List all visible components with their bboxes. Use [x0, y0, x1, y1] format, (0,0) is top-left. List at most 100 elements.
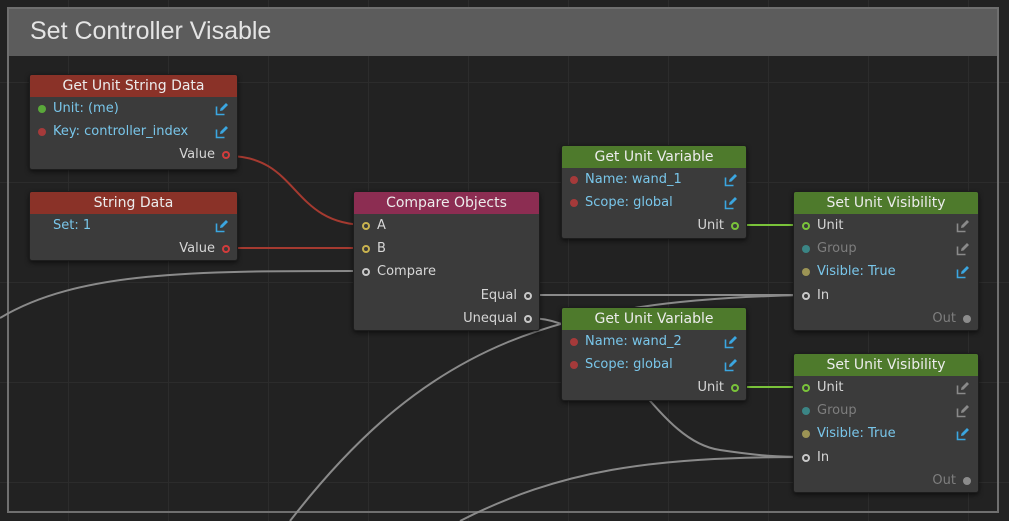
edit-icon[interactable]: [956, 242, 970, 256]
row-visible: Visible: True: [794, 261, 978, 283]
row-equal: Equal: [354, 285, 539, 307]
scope-label: Scope: global: [585, 357, 673, 372]
row-unit: Unit: [562, 377, 746, 399]
node-get-unit-variable-wand2[interactable]: Get Unit Variable Name: wand_2 Scope: gl…: [561, 307, 747, 401]
unit-port[interactable]: [802, 222, 810, 230]
group-label: Group: [817, 241, 857, 256]
scope-port[interactable]: [570, 361, 578, 369]
value-label: Value: [179, 241, 215, 256]
unit-label: Unit: [697, 218, 724, 233]
node-header[interactable]: Set Unit Visibility: [794, 192, 978, 214]
row-unit: Unit: [794, 377, 978, 399]
name-port[interactable]: [570, 176, 578, 184]
unequal-port[interactable]: [524, 315, 532, 323]
row-name: Name: wand_1: [562, 169, 746, 191]
node-get-unit-variable-wand1[interactable]: Get Unit Variable Name: wand_1 Scope: gl…: [561, 145, 747, 239]
row-in: In: [794, 285, 978, 307]
edit-icon[interactable]: [956, 404, 970, 418]
group-port[interactable]: [802, 407, 810, 415]
key-label: Key: controller_index: [53, 124, 189, 139]
row-value: Value: [30, 238, 237, 260]
unit-port[interactable]: [731, 384, 739, 392]
edit-icon[interactable]: [724, 173, 738, 187]
out-label: Out: [932, 311, 956, 326]
edit-icon[interactable]: [956, 427, 970, 441]
row-scope: Scope: global: [562, 192, 746, 214]
visible-label: Visible: True: [817, 426, 896, 441]
in-port[interactable]: [802, 454, 810, 462]
row-a: A: [354, 215, 539, 237]
wire-value-to-a: [227, 155, 368, 226]
node-string-data[interactable]: String Data Set: 1 Value: [29, 191, 238, 261]
compare-label: Compare: [377, 264, 436, 279]
row-scope: Scope: global: [562, 354, 746, 376]
row-group: Group: [794, 400, 978, 422]
compare-port[interactable]: [362, 268, 370, 276]
equal-port[interactable]: [524, 292, 532, 300]
row-compare: Compare: [354, 261, 539, 283]
value-port[interactable]: [222, 245, 230, 253]
unit-port[interactable]: [731, 222, 739, 230]
edit-icon[interactable]: [956, 381, 970, 395]
unit-port[interactable]: [38, 105, 46, 113]
scope-port[interactable]: [570, 199, 578, 207]
node-compare-objects[interactable]: Compare Objects A B Compare Equal Unequa…: [353, 191, 540, 331]
edit-icon[interactable]: [956, 219, 970, 233]
row-name: Name: wand_2: [562, 331, 746, 353]
unit-label: Unit: (me): [53, 101, 119, 116]
out-port[interactable]: [963, 477, 971, 485]
key-port[interactable]: [38, 128, 46, 136]
edit-icon[interactable]: [215, 219, 229, 233]
node-header[interactable]: Get Unit String Data: [30, 75, 237, 97]
b-port[interactable]: [362, 245, 370, 253]
row-unit: Unit: (me): [30, 98, 237, 120]
value-port[interactable]: [222, 151, 230, 159]
node-header[interactable]: Set Unit Visibility: [794, 354, 978, 376]
node-header[interactable]: Get Unit Variable: [562, 146, 746, 168]
visible-port[interactable]: [802, 268, 810, 276]
node-set-unit-visibility-2[interactable]: Set Unit Visibility Unit Group Visible: …: [793, 353, 979, 493]
row-in: In: [794, 447, 978, 469]
edit-icon[interactable]: [956, 265, 970, 279]
name-label: Name: wand_2: [585, 334, 682, 349]
value-label: Value: [179, 147, 215, 162]
edit-icon[interactable]: [724, 196, 738, 210]
group-label: Group: [817, 403, 857, 418]
in-label: In: [817, 450, 830, 465]
in-label: In: [817, 288, 830, 303]
row-unequal: Unequal: [354, 308, 539, 330]
group-port[interactable]: [802, 245, 810, 253]
unit-port[interactable]: [802, 384, 810, 392]
out-port[interactable]: [963, 315, 971, 323]
row-b: B: [354, 238, 539, 260]
a-label: A: [377, 218, 386, 233]
row-unit: Unit: [562, 215, 746, 237]
unequal-label: Unequal: [463, 311, 517, 326]
unit-label: Unit: [817, 218, 844, 233]
set-label: Set: 1: [53, 218, 92, 233]
equal-label: Equal: [480, 288, 517, 303]
visible-port[interactable]: [802, 430, 810, 438]
row-set: Set: 1: [30, 215, 237, 237]
node-header[interactable]: String Data: [30, 192, 237, 214]
name-label: Name: wand_1: [585, 172, 682, 187]
edit-icon[interactable]: [724, 358, 738, 372]
row-unit: Unit: [794, 215, 978, 237]
wire-out-bottom: [459, 456, 806, 521]
row-key: Key: controller_index: [30, 121, 237, 143]
in-port[interactable]: [802, 292, 810, 300]
row-group: Group: [794, 238, 978, 260]
node-header[interactable]: Get Unit Variable: [562, 308, 746, 330]
node-get-unit-string-data[interactable]: Get Unit String Data Unit: (me) Key: con…: [29, 74, 238, 170]
name-port[interactable]: [570, 338, 578, 346]
unit-label: Unit: [697, 380, 724, 395]
node-header[interactable]: Compare Objects: [354, 192, 539, 214]
row-out: Out: [794, 470, 978, 492]
edit-icon[interactable]: [724, 335, 738, 349]
wire-compare-in: [0, 269, 367, 319]
edit-icon[interactable]: [215, 102, 229, 116]
node-set-unit-visibility-1[interactable]: Set Unit Visibility Unit Group Visible: …: [793, 191, 979, 331]
edit-icon[interactable]: [215, 125, 229, 139]
out-label: Out: [932, 473, 956, 488]
a-port[interactable]: [362, 222, 370, 230]
